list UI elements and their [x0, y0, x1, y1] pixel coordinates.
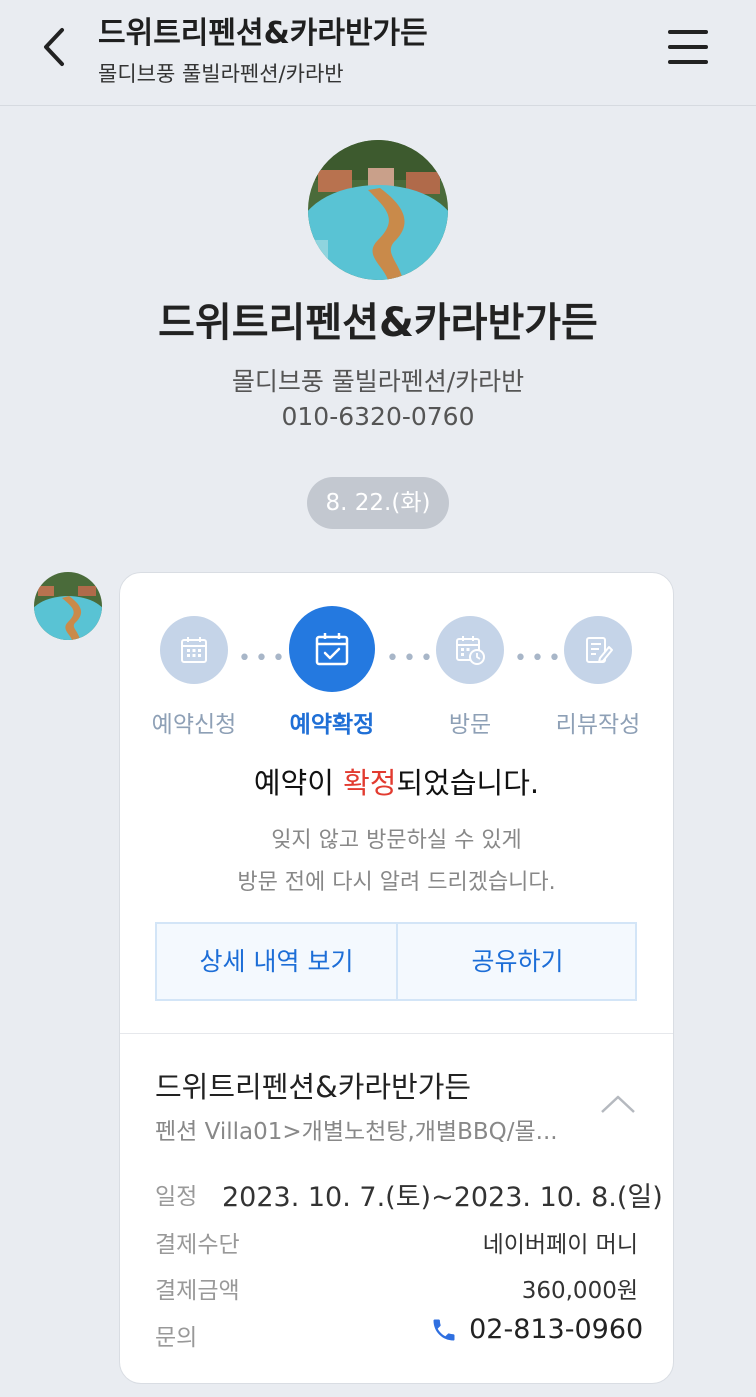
step-label-visit: 방문 — [448, 712, 492, 738]
top-bar: 드위트리펜션&카라반가든 몰디브풍 풀빌라펜션/카라반 — [0, 0, 756, 106]
view-details-button[interactable]: 상세 내역 보기 — [157, 924, 396, 999]
share-button[interactable]: 공유하기 — [398, 924, 637, 999]
inquiry-label: 문의 — [155, 1325, 198, 1351]
confirm-text-after: 되었습니다. — [396, 766, 540, 800]
payment-method-label: 결제수단 — [155, 1232, 240, 1258]
step-label-confirm: 예약확정 — [289, 712, 375, 738]
review-write-icon — [586, 637, 613, 663]
confirm-text-highlight: 확정 — [343, 766, 397, 800]
collapse-button[interactable] — [598, 1092, 638, 1116]
phone-icon — [433, 1319, 455, 1340]
chevron-left-icon — [44, 28, 64, 66]
shop-title: 드위트리펜션&카라반가든 — [158, 300, 598, 346]
step-request-icon — [160, 616, 228, 684]
schedule-value: 2023. 10. 7.(토)~2023. 10. 8.(일) — [222, 1182, 663, 1213]
confirm-description-line2: 방문 전에 다시 알려 드리겠습니다. — [237, 870, 556, 895]
confirm-message: 예약이 확정되었습니다. — [119, 760, 674, 802]
step-connector: ••• — [514, 646, 565, 671]
confirm-description-line1: 잊지 않고 방문하실 수 있게 — [271, 828, 522, 853]
step-label-review: 리뷰작성 — [555, 712, 641, 738]
booking-shop-name: 드위트리펜션&카라반가든 — [155, 1070, 472, 1104]
payment-method-value: 네이버페이 머니 — [482, 1232, 638, 1258]
action-button-row: 상세 내역 보기 공유하기 — [155, 922, 637, 1001]
schedule-label: 일정 — [155, 1184, 198, 1210]
profile-photo[interactable] — [308, 140, 448, 280]
confirm-text-before: 예약이 — [253, 766, 344, 800]
step-connector: ••• — [386, 646, 437, 671]
payment-amount-label: 결제금액 — [155, 1278, 240, 1304]
card-divider — [120, 1033, 673, 1034]
hamburger-icon-line — [668, 45, 708, 49]
shop-phone[interactable]: 010-6320-0760 — [0, 402, 756, 431]
calendar-check-icon — [315, 633, 349, 666]
payment-amount-value: 360,000원 — [521, 1278, 638, 1304]
step-connector: ••• — [238, 646, 289, 671]
step-label-request: 예약신청 — [151, 712, 237, 738]
step-visit-icon — [436, 616, 504, 684]
step-confirm-icon — [289, 606, 375, 692]
booking-item-description: 펜션 Villa01>개별노천탕,개별BBQ/몰... — [155, 1119, 558, 1145]
hamburger-icon — [668, 30, 708, 34]
calendar-clock-icon — [456, 636, 485, 665]
menu-button[interactable] — [668, 28, 710, 66]
calendar-icon — [181, 637, 207, 663]
sender-avatar[interactable] — [34, 572, 102, 640]
header-subtitle: 몰디브풍 풀빌라펜션/카라반 — [98, 62, 344, 86]
inquiry-phone-link[interactable]: 02-813-0960 — [430, 1314, 643, 1350]
hamburger-icon-line — [668, 60, 708, 64]
back-button[interactable] — [36, 24, 76, 70]
inquiry-phone-number: 02-813-0960 — [469, 1314, 644, 1345]
shop-category: 몰디브풍 풀빌라펜션/카라반 — [231, 367, 525, 396]
step-review-icon — [564, 616, 632, 684]
header-title: 드위트리펜션&카라반가든 — [98, 16, 428, 51]
chevron-up-icon — [601, 1095, 635, 1113]
date-divider: 8. 22.(화) — [307, 477, 449, 529]
